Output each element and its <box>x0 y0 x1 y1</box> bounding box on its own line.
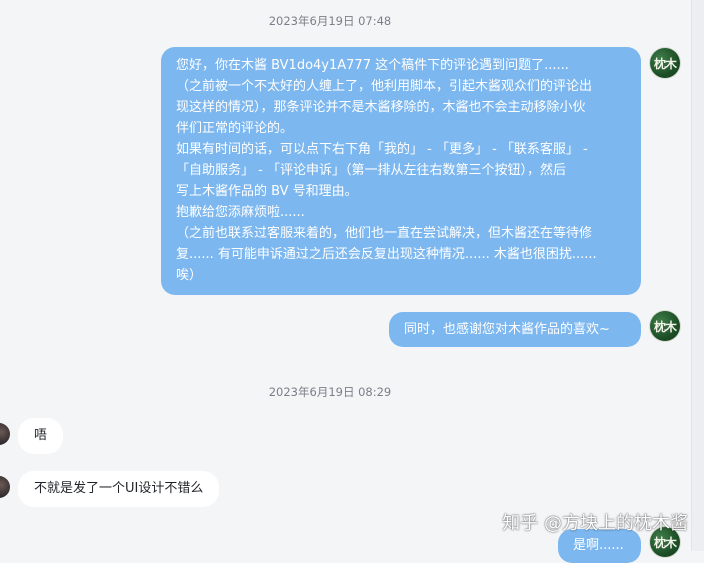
message-text-line: 写上木酱作品的 BV 号和理由。 <box>176 184 358 199</box>
timestamp: 2023年6月19日 08:29 <box>268 385 392 399</box>
message-text: 唔 <box>34 428 48 443</box>
received-message-bubble[interactable]: 不就是发了一个UI设计不错么 <box>18 471 220 507</box>
sent-message-bubble[interactable]: 您好，你在木酱 BV1do4y1A777 这个稿件下的评论遇到问题了......… <box>161 47 641 295</box>
message-text-line: （之前被一个不太好的人缠上了，他利用脚本，引起木酱观众们的评论出 <box>176 79 593 94</box>
message-text-line: 抱歉给您添麻烦啦...... <box>176 205 305 220</box>
message-text: 是啊...... <box>573 538 624 553</box>
user-avatar[interactable]: 枕木 <box>650 48 680 78</box>
message-text: 同时，也感谢您对木酱作品的喜欢~ <box>404 322 610 337</box>
timestamp: 2023年6月19日 07:48 <box>268 14 392 28</box>
received-message-bubble[interactable]: 唔 <box>18 418 64 454</box>
scrollbar[interactable] <box>691 0 704 551</box>
message-text-line: 复...... 有可能申诉通过之后还会反复出现这种情况...... 木酱也很困扰… <box>176 247 597 262</box>
sent-message-bubble[interactable]: 同时，也感谢您对木酱作品的喜欢~ <box>389 312 641 347</box>
message-text-line: 伴们正常的评论的。 <box>176 121 294 136</box>
message-text-line: 现这样的情况），那条评论并不是木酱移除的，木酱也不会主动移除小伙 <box>176 100 586 115</box>
message-text-line: 您好，你在木酱 BV1do4y1A777 这个稿件下的评论遇到问题了...... <box>176 58 569 73</box>
message-text-line: （之前也联系过客服来着的，他们也一直在尝试解决，但木酱还在等待修 <box>176 226 593 241</box>
message-text: 不就是发了一个UI设计不错么 <box>34 481 204 496</box>
contact-avatar[interactable] <box>0 476 10 498</box>
user-avatar[interactable]: 枕木 <box>650 311 680 341</box>
message-text-line: 如果有时间的话，可以点下右下角「我的」 - 「更多」 - 「联系客服」 - <box>176 142 588 157</box>
watermark: 知乎 @方块上的枕木酱 <box>502 513 688 534</box>
message-text-line: 「自助服务」 - 「评论申诉」（第一排从左往右数第三个按钮），然后 <box>176 163 566 178</box>
message-text-line: 唉） <box>176 268 203 283</box>
contact-avatar[interactable] <box>0 423 10 445</box>
